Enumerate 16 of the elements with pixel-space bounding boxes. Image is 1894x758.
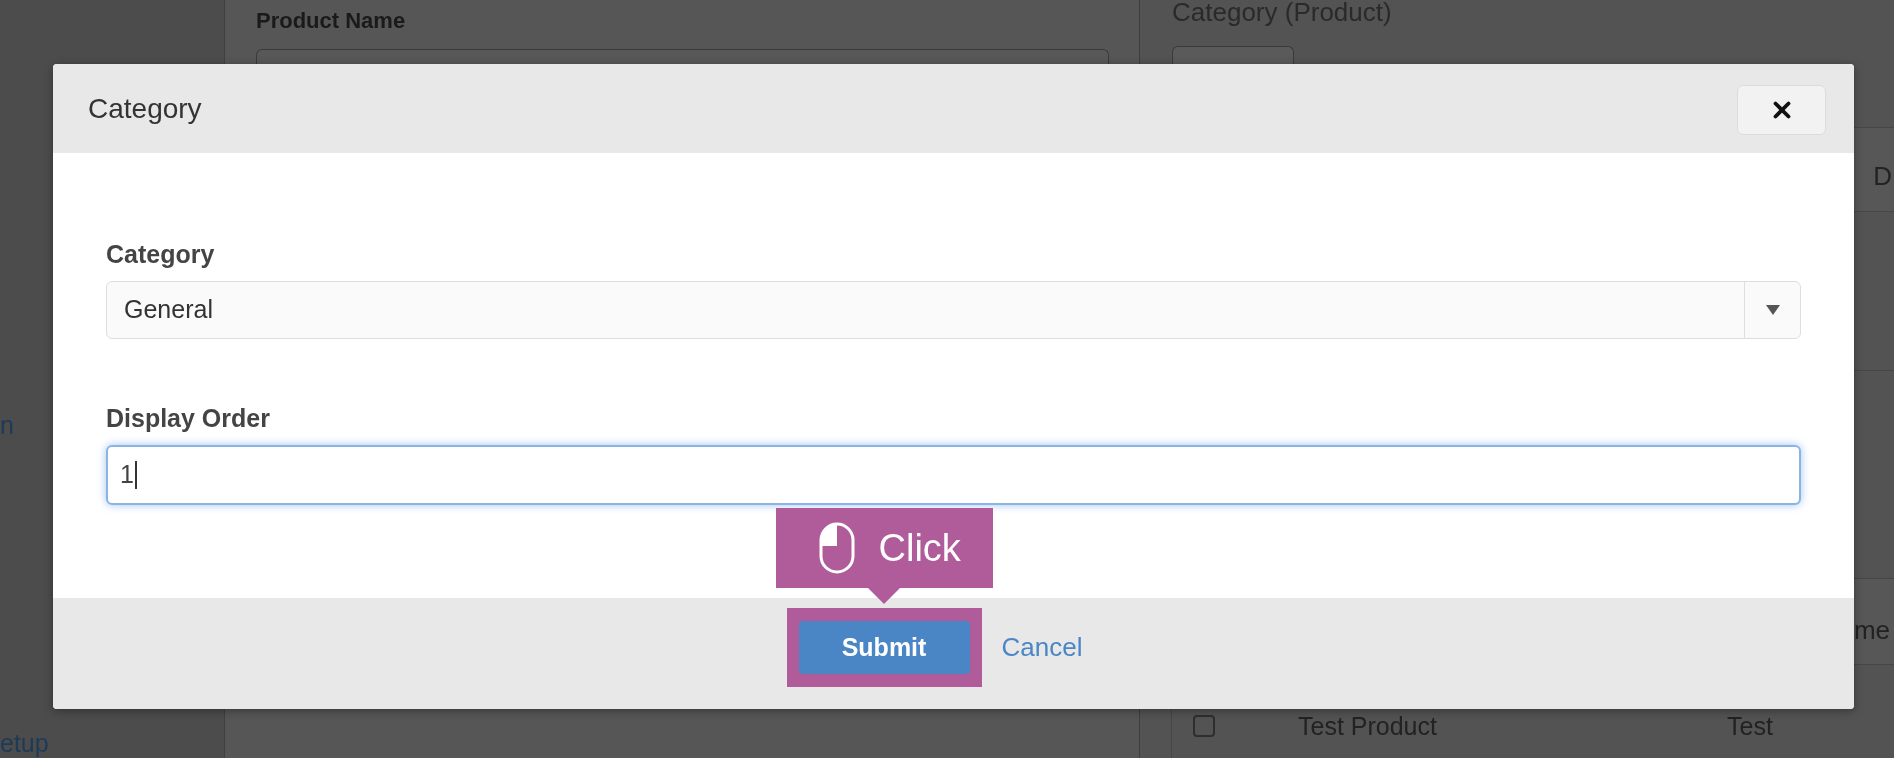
field-label: Category <box>106 239 215 269</box>
field-label: Product Name <box>256 8 406 34</box>
field-label: Display Order <box>106 403 270 433</box>
caret-down-icon <box>1765 305 1780 315</box>
cancel-link[interactable]: Cancel <box>1001 628 1083 667</box>
product-name-input[interactable] <box>256 49 1109 64</box>
text-cursor-icon <box>134 461 137 489</box>
row-checkbox[interactable] <box>1193 715 1215 737</box>
mouse-icon <box>818 522 855 574</box>
tooltip-text: Click <box>878 529 961 567</box>
category-select[interactable]: General <box>106 281 1801 339</box>
close-button[interactable] <box>1737 85 1826 135</box>
submit-button[interactable]: Submit <box>798 621 970 674</box>
dialog-title: Category <box>88 91 202 126</box>
text-input[interactable]: 1 <box>106 445 1801 505</box>
toolbar-button[interactable] <box>1172 46 1294 64</box>
